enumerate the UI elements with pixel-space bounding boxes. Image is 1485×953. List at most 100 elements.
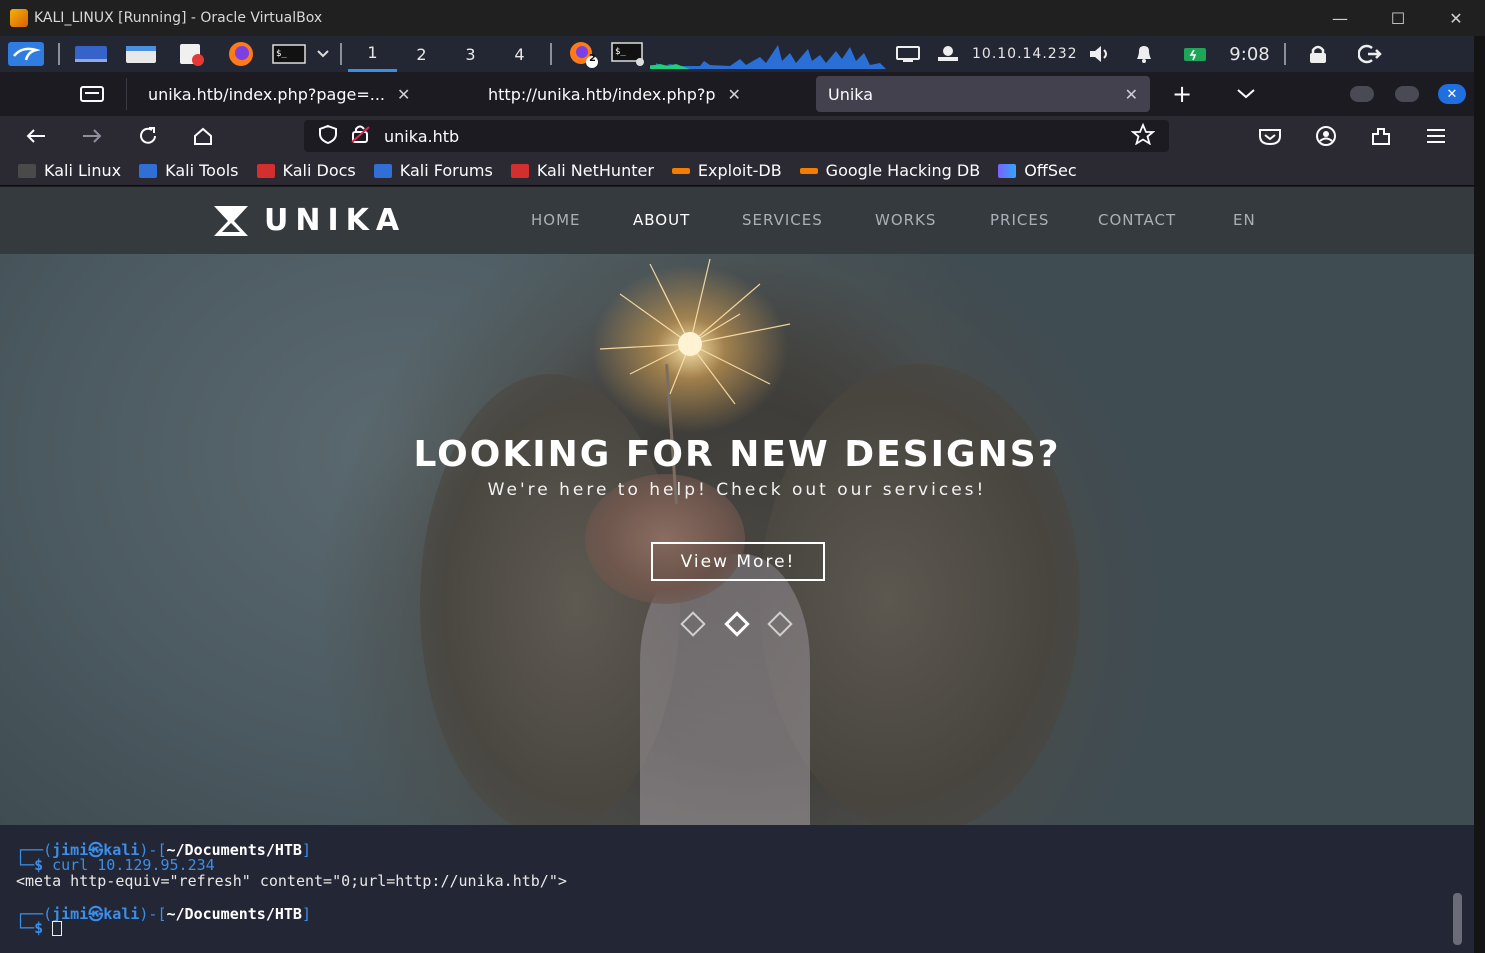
- terminal-window[interactable]: ┌──(jimi㉿kali)-[~/Documents/HTB] └─$ cur…: [0, 825, 1474, 953]
- tab-unika[interactable]: Unika ✕: [816, 76, 1150, 112]
- network-activity-graph: [650, 45, 886, 69]
- logout-icon[interactable]: [1344, 36, 1396, 72]
- window-minimize-dot[interactable]: [1350, 86, 1374, 102]
- bookmark-exploit-db[interactable]: Exploit-DB: [671, 161, 782, 180]
- window-title: KALI_LINUX [Running] - Oracle VirtualBox: [34, 10, 323, 26]
- web-page: UNIKA HOME ABOUT SERVICES WORKS PRICES C…: [0, 187, 1474, 825]
- pocket-icon[interactable]: [1252, 116, 1288, 156]
- svg-text:$_: $_: [615, 47, 626, 57]
- nav-home[interactable]: HOME: [531, 211, 581, 229]
- back-button[interactable]: [18, 116, 54, 156]
- nav-language[interactable]: EN: [1233, 211, 1256, 229]
- virtualbox-icon: [10, 9, 28, 27]
- workspace-4[interactable]: 4: [495, 36, 544, 72]
- workspace-2[interactable]: 2: [397, 36, 446, 72]
- bookmark-star-icon[interactable]: [1130, 122, 1156, 149]
- kali-menu-button[interactable]: [0, 36, 52, 72]
- workspace-3[interactable]: 3: [446, 36, 495, 72]
- ip-address: 10.10.14.232: [972, 46, 1078, 62]
- tab-unika-page[interactable]: unika.htb/index.php?page=... ✕: [136, 76, 466, 112]
- close-tab-icon[interactable]: ✕: [1125, 85, 1138, 104]
- hero-slider: LOOKING FOR NEW DESIGNS? We're here to h…: [0, 254, 1474, 825]
- reload-button[interactable]: [130, 116, 166, 156]
- site-brand: UNIKA: [264, 203, 407, 238]
- new-tab-button[interactable]: +: [1172, 80, 1192, 108]
- extensions-icon[interactable]: [1363, 116, 1399, 156]
- notifications-icon[interactable]: [1118, 36, 1170, 72]
- terminal-cursor: [52, 921, 63, 936]
- minimize-button[interactable]: —: [1311, 0, 1369, 36]
- chevron-down-icon[interactable]: [312, 36, 334, 72]
- kali-dragon-icon: [8, 42, 44, 66]
- kali-docs-icon: [256, 163, 275, 178]
- bookmark-kali-linux[interactable]: Kali Linux: [18, 161, 121, 180]
- url-bar[interactable]: unika.htb: [304, 120, 1169, 152]
- sparkler-image: [599, 258, 791, 405]
- bookmark-offsec[interactable]: OffSec: [998, 161, 1077, 180]
- site-navbar: UNIKA HOME ABOUT SERVICES WORKS PRICES C…: [0, 187, 1474, 254]
- terminal-output: <meta http-equiv="refresh" content="0;ur…: [16, 872, 567, 890]
- tab-label: unika.htb/index.php?page=...: [148, 84, 385, 104]
- view-more-button[interactable]: View More!: [651, 542, 825, 581]
- bookmarks-toolbar: Kali Linux Kali Tools Kali Docs Kali For…: [0, 156, 1474, 186]
- tab-overview-icon[interactable]: [78, 82, 106, 110]
- file-manager-icon[interactable]: [116, 36, 166, 72]
- window-maximize-dot[interactable]: [1395, 86, 1419, 102]
- app-menu-icon[interactable]: [1418, 116, 1454, 156]
- tab-label: http://unika.htb/index.php?p: [488, 84, 716, 104]
- window-titlebar: KALI_LINUX [Running] - Oracle VirtualBox…: [0, 0, 1485, 36]
- firefox-icon[interactable]: [216, 36, 266, 72]
- account-icon[interactable]: [1308, 116, 1344, 156]
- forward-button[interactable]: [74, 116, 110, 156]
- bookmark-kali-nethunter[interactable]: Kali NetHunter: [510, 161, 654, 180]
- hero-subtitle: We're here to help! Check out our servic…: [487, 480, 987, 500]
- ghdb-icon: [799, 167, 818, 174]
- unika-logo-icon: [214, 205, 248, 236]
- browser-nav-bar: unika.htb: [0, 116, 1474, 156]
- terminal-scrollbar[interactable]: [1453, 893, 1462, 945]
- nav-works[interactable]: WORKS: [875, 211, 936, 229]
- insecure-lock-icon[interactable]: [350, 124, 372, 148]
- terminal-input-line[interactable]: └─$: [16, 919, 63, 937]
- clock[interactable]: 9:08: [1222, 36, 1278, 72]
- kali-tools-icon: [139, 163, 158, 178]
- network-graph: [648, 36, 888, 72]
- nav-about[interactable]: ABOUT: [633, 211, 690, 229]
- nav-contact[interactable]: CONTACT: [1098, 211, 1176, 229]
- nav-prices[interactable]: PRICES: [990, 211, 1049, 229]
- tracking-protection-icon[interactable]: [316, 124, 340, 148]
- tab-label: Unika: [828, 84, 874, 104]
- show-desktop-icon[interactable]: [66, 36, 116, 72]
- kali-forums-icon: [373, 163, 392, 178]
- workspace-1[interactable]: 1: [348, 36, 397, 72]
- site-logo[interactable]: UNIKA: [212, 203, 406, 238]
- close-window-button[interactable]: ✕: [1427, 0, 1485, 36]
- window-close-dot[interactable]: ✕: [1438, 84, 1466, 104]
- bookmark-kali-docs[interactable]: Kali Docs: [256, 161, 356, 180]
- bookmark-kali-tools[interactable]: Kali Tools: [139, 161, 239, 180]
- bookmark-google-hacking-db[interactable]: Google Hacking DB: [799, 161, 980, 180]
- battery-icon[interactable]: [1170, 36, 1222, 72]
- nav-services[interactable]: SERVICES: [742, 211, 823, 229]
- home-button[interactable]: [185, 116, 221, 156]
- volume-icon[interactable]: [1082, 36, 1118, 72]
- nethunter-icon: [510, 163, 529, 178]
- text-editor-icon[interactable]: [166, 36, 216, 72]
- display-icon[interactable]: [888, 36, 928, 72]
- hero-title: LOOKING FOR NEW DESIGNS?: [413, 434, 1061, 475]
- lock-icon[interactable]: [1292, 36, 1344, 72]
- url-text[interactable]: unika.htb: [384, 127, 459, 146]
- close-tab-icon[interactable]: ✕: [728, 85, 741, 104]
- taskbar-terminal[interactable]: $_: [608, 36, 648, 72]
- close-tab-icon[interactable]: ✕: [397, 85, 410, 104]
- exploit-db-icon: [671, 167, 690, 174]
- tab-unika-http[interactable]: http://unika.htb/index.php?p ✕: [476, 76, 806, 112]
- svg-text:$_: $_: [276, 49, 287, 59]
- maximize-button[interactable]: ☐: [1369, 0, 1427, 36]
- taskbar-firefox[interactable]: 2: [558, 36, 608, 72]
- network-icon[interactable]: [928, 36, 968, 72]
- bookmark-kali-forums[interactable]: Kali Forums: [373, 161, 493, 180]
- kali-dragon-icon: [18, 163, 36, 178]
- terminal-icon[interactable]: $_: [266, 36, 312, 72]
- list-tabs-icon[interactable]: [1236, 86, 1256, 105]
